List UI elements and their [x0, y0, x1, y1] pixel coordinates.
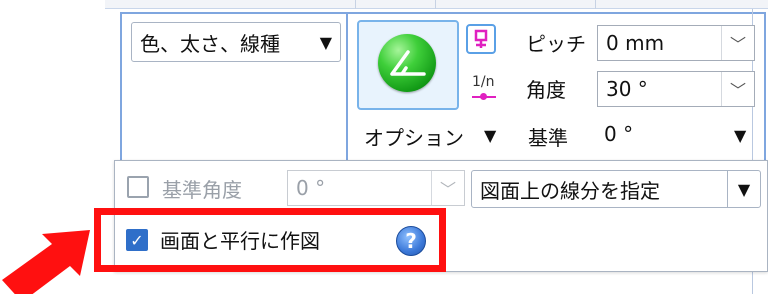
green-ball-icon [378, 34, 436, 92]
separator [355, 0, 356, 9]
dimension-icon-button[interactable] [466, 24, 496, 54]
angle-symbol-icon [390, 50, 426, 76]
chevron-down-icon[interactable]: ﹀ [721, 26, 754, 60]
base-value: 0 ° [604, 122, 634, 146]
pitch-combo[interactable]: 0 mm ﹀ [597, 25, 755, 61]
fraction-dot [480, 93, 487, 100]
pitch-value[interactable]: 0 mm [598, 31, 721, 55]
red-arrow-icon [2, 230, 90, 294]
base-label: 基準 [528, 126, 568, 150]
base-angle-combo[interactable]: 0 ° ﹀ [287, 170, 465, 206]
base-angle-checkbox[interactable] [127, 176, 149, 198]
angle-label: 角度 [526, 78, 566, 102]
fraction-label: 1/n [472, 74, 495, 90]
caret-down-icon[interactable]: ▼ [727, 171, 760, 207]
angle-combo[interactable]: 30 ° ﹀ [597, 71, 755, 107]
base-angle-value[interactable]: 0 ° [288, 176, 431, 200]
pitch-label: ピッチ [526, 32, 586, 56]
chevron-down-icon[interactable]: ﹀ [721, 72, 754, 106]
option-button[interactable] [357, 20, 459, 110]
option-caret-down-icon[interactable]: ▼ [484, 126, 496, 145]
base-angle-label: 基準角度 [162, 178, 242, 202]
angle-value[interactable]: 30 ° [598, 77, 721, 101]
specify-segment-label: 図面上の線分を指定 [480, 178, 660, 203]
line-style-label: 色、太さ、線種 [140, 31, 280, 56]
caret-down-icon: ▼ [319, 32, 332, 52]
ribbon-top-strip [105, 0, 768, 9]
specify-segment-dropdown[interactable]: 図面上の線分を指定 ▼ [471, 170, 761, 208]
fraction-icon[interactable]: 1/n [466, 74, 502, 104]
line-style-dropdown[interactable]: 色、太さ、線種 ▼ [131, 22, 341, 62]
dimension-icon [474, 29, 488, 48]
chevron-down-icon[interactable]: ﹀ [431, 171, 464, 205]
option-label: オプション [364, 126, 464, 150]
separator [595, 0, 596, 9]
highlight-box [94, 208, 446, 272]
base-caret-down-icon[interactable]: ▼ [734, 126, 746, 145]
separator [435, 0, 436, 9]
